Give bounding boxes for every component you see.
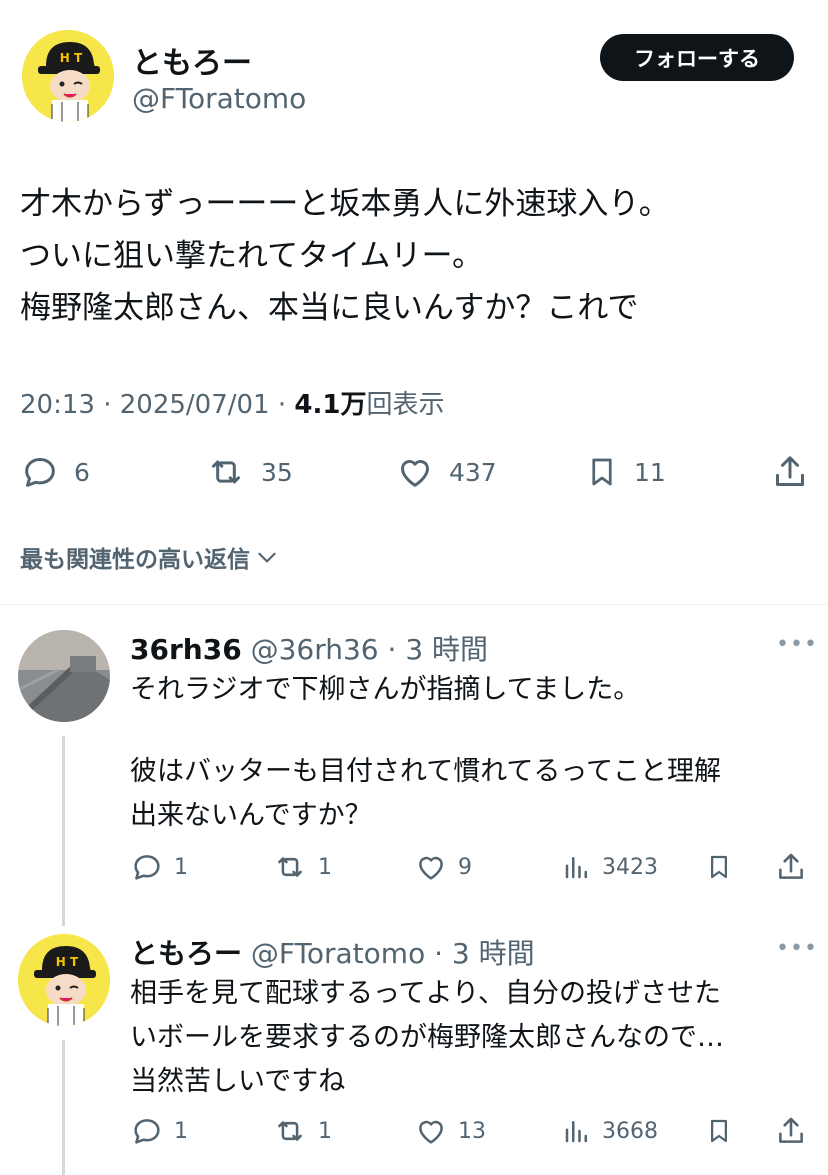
bookmark-button[interactable]: 11 xyxy=(584,452,666,492)
retweet-button[interactable]: 35 xyxy=(205,452,293,492)
reply-text-line: 相手を見て配球するってより、自分の投げさせた xyxy=(130,978,722,1009)
reply-reply-button[interactable]: 1 xyxy=(130,850,188,884)
reply-retweet-button[interactable]: 1 xyxy=(272,850,332,884)
reply-text-line: 当然苦しいですね xyxy=(130,1066,346,1097)
views-chart-icon xyxy=(565,1121,587,1143)
reply-count: 6 xyxy=(74,457,90,487)
like-count: 13 xyxy=(458,1118,486,1144)
reply-text-line: いボールを要求するのが梅野隆太郎さんなので… xyxy=(130,1022,724,1053)
tweet-meta: 20:13 · 2025/07/01 · 4.1万回表示 xyxy=(20,390,445,420)
like-count: 9 xyxy=(458,854,472,880)
retweet-icon xyxy=(212,460,240,484)
more-options-icon[interactable]: ••• xyxy=(776,632,818,657)
tweet-text-line: 才木からずっーーーと坂本勇人に外速球入り。 xyxy=(20,186,670,222)
bookmark-icon xyxy=(592,458,612,486)
share-button[interactable] xyxy=(770,452,810,492)
reply-header: 36rh36 @36rh36 · 3 時間 xyxy=(130,633,489,666)
reply-icon xyxy=(134,855,160,880)
reply-icon xyxy=(25,458,55,487)
sort-label: 最も関連性の高い返信 xyxy=(20,547,250,573)
tweet-date[interactable]: 2025/07/01 xyxy=(120,390,270,420)
share-icon xyxy=(776,456,804,486)
tweet-text-line: 梅野隆太郎さん、本当に良いんすか？これで xyxy=(20,290,639,326)
reply-bookmark-button[interactable] xyxy=(704,1114,734,1148)
more-options-icon[interactable]: ••• xyxy=(776,936,818,961)
thread-line xyxy=(62,736,65,926)
tweet-text-line: ついに狙い撃たれてタイムリー。 xyxy=(20,238,484,274)
reply-share-button[interactable] xyxy=(774,1114,808,1148)
reply-share-button[interactable] xyxy=(774,850,808,884)
reply-avatar[interactable]: H T xyxy=(18,934,110,1026)
views-count: 3668 xyxy=(602,1118,658,1144)
views-label: 回表示 xyxy=(366,390,445,420)
author-name[interactable]: ともろー xyxy=(132,38,252,82)
reply-retweet-button[interactable]: 1 xyxy=(272,1114,332,1148)
author-avatar[interactable]: H T xyxy=(22,30,114,122)
chevron-down-icon xyxy=(258,552,276,563)
bookmark-count: 11 xyxy=(634,457,666,487)
bookmark-icon xyxy=(711,855,727,879)
reply-like-button[interactable]: 13 xyxy=(414,1114,486,1148)
reply-bookmark-button[interactable] xyxy=(704,850,734,884)
retweet-count: 35 xyxy=(261,457,293,487)
reply-reply-button[interactable]: 1 xyxy=(130,1114,188,1148)
like-count: 437 xyxy=(449,457,497,487)
reply-header: ともろー @FToratomo · 3 時間 xyxy=(130,937,535,970)
reply-views-button[interactable]: 3668 xyxy=(562,1114,658,1148)
reply-count: 1 xyxy=(174,854,188,880)
reply-avatar[interactable] xyxy=(18,630,110,722)
reply-like-button[interactable]: 9 xyxy=(414,850,472,884)
thread-line xyxy=(62,1040,65,1175)
retweet-count: 1 xyxy=(318,1118,332,1144)
share-icon xyxy=(779,853,803,879)
bookmark-icon xyxy=(711,1119,727,1143)
retweet-icon xyxy=(278,857,302,877)
reply-author-name[interactable]: 36rh36 xyxy=(130,633,242,666)
reply-time[interactable]: 3 時間 xyxy=(405,633,488,666)
like-button[interactable]: 437 xyxy=(395,452,497,492)
svg-text:H T: H T xyxy=(60,51,83,65)
reply-button[interactable]: 6 xyxy=(20,452,90,492)
divider xyxy=(0,604,828,605)
reply-sort-dropdown[interactable]: 最も関連性の高い返信 xyxy=(20,540,280,574)
follow-button[interactable]: フォローする xyxy=(600,34,794,81)
heart-icon xyxy=(419,1120,443,1144)
reply-author-handle[interactable]: @FToratomo xyxy=(251,937,425,970)
reply-author-name[interactable]: ともろー xyxy=(130,937,242,970)
reply-text-line: それラジオで下柳さんが指摘してました。 xyxy=(130,674,641,705)
reply-text-line: 出来ないんですか？ xyxy=(130,800,372,831)
retweet-icon xyxy=(278,1121,302,1141)
heart-icon xyxy=(401,460,429,487)
views-count: 4.1万 xyxy=(294,390,367,420)
views-count: 3423 xyxy=(602,854,658,880)
reply-author-handle[interactable]: @36rh36 xyxy=(251,633,379,666)
reply-count: 1 xyxy=(174,1118,188,1144)
reply-views-button[interactable]: 3423 xyxy=(562,850,658,884)
reply-text-line: 彼はバッターも目付されて慣れてるってこと理解 xyxy=(130,756,722,787)
author-handle[interactable]: @FToratomo xyxy=(132,82,306,115)
reply-time[interactable]: 3 時間 xyxy=(452,937,535,970)
views-chart-icon xyxy=(565,857,587,879)
share-icon xyxy=(779,1117,803,1143)
heart-icon xyxy=(419,856,443,880)
retweet-count: 1 xyxy=(318,854,332,880)
svg-text:H T: H T xyxy=(56,955,79,969)
reply-icon xyxy=(134,1119,160,1144)
tweet-time[interactable]: 20:13 xyxy=(20,390,95,420)
